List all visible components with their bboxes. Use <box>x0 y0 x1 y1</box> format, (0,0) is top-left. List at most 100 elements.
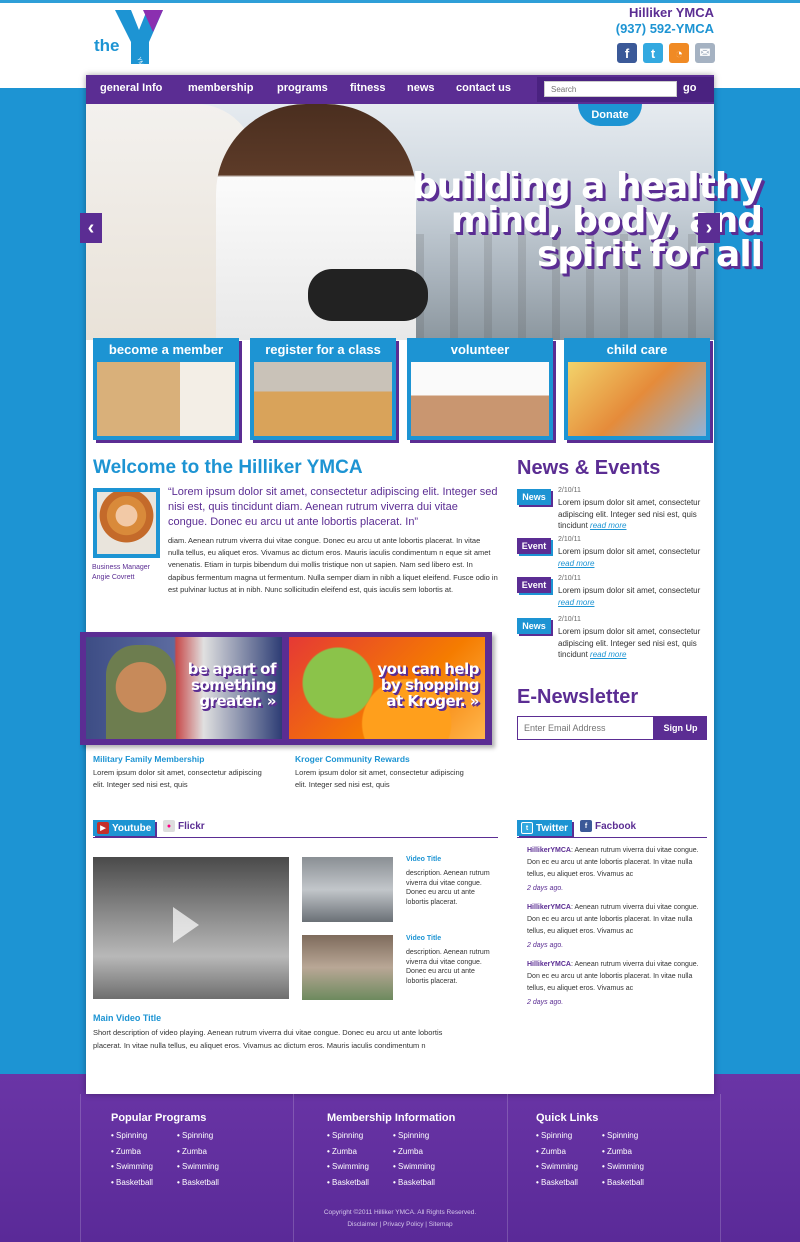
footer-link[interactable]: Basketball <box>393 1178 459 1189</box>
main-video-player[interactable] <box>93 857 289 999</box>
hero-next-arrow[interactable]: › <box>698 213 720 243</box>
twitter-icon[interactable]: t <box>643 43 663 63</box>
footer-divider <box>80 1094 81 1242</box>
youtube-icon: ▶ <box>97 822 109 834</box>
footer-column-membership-info: Membership Information Spinning Spinning… <box>327 1112 459 1188</box>
footer-link[interactable]: Swimming <box>111 1162 177 1173</box>
read-more-link[interactable]: read more <box>558 598 594 607</box>
newsletter-email-input[interactable] <box>517 716 654 740</box>
promo-title-military[interactable]: Military Family Membership <box>93 754 204 764</box>
news-text: Lorem ipsum dolor sit amet, consectetur … <box>558 586 701 607</box>
privacy-policy-link[interactable]: Privacy Policy <box>383 1221 423 1228</box>
feature-label: become a member <box>108 342 224 357</box>
tweet-user[interactable]: HillikerYMCA <box>527 847 571 854</box>
rss-icon[interactable]: ◔ <box>669 43 689 63</box>
footer-link[interactable]: Basketball <box>602 1178 668 1189</box>
tab-twitter[interactable]: t Twitter <box>517 820 573 836</box>
feature-register-class[interactable]: register for a class <box>250 338 396 440</box>
nav-programs[interactable]: programs <box>277 82 328 94</box>
hero-dumbbell <box>308 269 428 321</box>
play-icon <box>173 907 199 943</box>
news-badge: News <box>517 618 551 634</box>
footer-link[interactable]: Basketball <box>536 1178 602 1189</box>
footer-divider <box>293 1094 294 1242</box>
tweet-user[interactable]: HillikerYMCA <box>527 904 571 911</box>
feature-volunteer[interactable]: volunteer <box>407 338 553 440</box>
footer-link[interactable]: Spinning <box>177 1131 243 1142</box>
video-title[interactable]: Video Title <box>406 856 441 863</box>
flickr-icon: ● <box>163 820 175 832</box>
footer-link-list: Spinning Spinning Zumba Zumba Swimming S… <box>111 1131 243 1188</box>
promo-desc-military: Lorem ipsum dolor sit amet, consectetur … <box>93 768 262 789</box>
promo-soldier-photo <box>106 645 176 739</box>
footer-link[interactable]: Zumba <box>327 1147 393 1158</box>
footer-column-quick-links: Quick Links Spinning Spinning Zumba Zumb… <box>536 1112 668 1188</box>
nav-general-info[interactable]: general Info <box>100 82 162 94</box>
nav-news[interactable]: news <box>407 82 435 94</box>
sitemap-link[interactable]: Sitemap <box>429 1221 453 1228</box>
news-date: 2/10/11 <box>558 616 581 623</box>
footer-link[interactable]: Spinning <box>111 1131 177 1142</box>
video-thumbnail[interactable] <box>302 857 393 922</box>
hero-prev-arrow[interactable]: ‹ <box>80 213 102 243</box>
feature-label: child care <box>606 342 668 357</box>
tab-facebook[interactable]: f Facbook <box>580 820 636 832</box>
footer-link[interactable]: Basketball <box>177 1178 243 1189</box>
video-title[interactable]: Video Title <box>406 935 441 942</box>
manager-avatar <box>93 488 160 558</box>
footer-link[interactable]: Zumba <box>177 1147 243 1158</box>
feature-child-care[interactable]: child care <box>564 338 710 440</box>
footer-link-list: Spinning Spinning Zumba Zumba Swimming S… <box>536 1131 668 1188</box>
read-more-link[interactable]: read more <box>558 559 594 568</box>
email-icon[interactable]: ✉ <box>695 43 715 63</box>
manager-name: Angie Covrett <box>92 574 135 581</box>
ymca-logo[interactable]: YMCA the <box>93 8 173 75</box>
read-more-link[interactable]: read more <box>590 521 626 530</box>
facebook-icon[interactable]: f <box>617 43 637 63</box>
search-input[interactable] <box>544 81 677 97</box>
footer-link[interactable]: Spinning <box>393 1131 459 1142</box>
org-phone[interactable]: (937) 592-YMCA <box>616 21 714 36</box>
tweet-user[interactable]: HillikerYMCA <box>527 961 571 968</box>
footer-link[interactable]: Zumba <box>602 1147 668 1158</box>
social-links: f t ◔ ✉ <box>617 43 715 63</box>
footer-link[interactable]: Swimming <box>393 1162 459 1173</box>
footer-link[interactable]: Spinning <box>327 1131 393 1142</box>
tab-youtube[interactable]: ▶ Youtube <box>93 820 156 836</box>
newsletter-signup-button[interactable]: Sign Up <box>654 716 707 740</box>
news-date: 2/10/11 <box>558 536 581 543</box>
tab-flickr-label: Flickr <box>178 820 205 832</box>
hero-headline-line: building a healthy <box>412 166 763 207</box>
footer-link[interactable]: Zumba <box>111 1147 177 1158</box>
promo-banner-kroger[interactable]: you can help by shopping at Kroger. » <box>289 637 485 739</box>
nav-contact-us[interactable]: contact us <box>456 82 511 94</box>
event-badge: Event <box>517 577 551 593</box>
footer-column-title: Popular Programs <box>111 1112 207 1124</box>
video-description: description. Aenean rutrum viverra dui v… <box>406 870 490 906</box>
tab-flickr[interactable]: ● Flickr <box>163 820 205 832</box>
news-text: Lorem ipsum dolor sit amet, consectetur … <box>558 498 701 530</box>
footer-link[interactable]: Swimming <box>602 1162 668 1173</box>
video-thumbnail[interactable] <box>302 935 393 1000</box>
footer-link[interactable]: Zumba <box>536 1147 602 1158</box>
footer-link[interactable]: Swimming <box>177 1162 243 1173</box>
disclaimer-link[interactable]: Disclaimer <box>347 1221 377 1228</box>
footer-link[interactable]: Spinning <box>602 1131 668 1142</box>
tweet-time: 2 days ago. <box>527 942 564 949</box>
promo-banner-military[interactable]: be apart of something greater. » <box>86 637 282 739</box>
search-go-button[interactable]: go <box>683 82 696 94</box>
main-video-description: Short description of video playing. Aene… <box>93 1028 443 1050</box>
nav-fitness[interactable]: fitness <box>350 82 385 94</box>
footer-link[interactable]: Basketball <box>111 1178 177 1189</box>
nav-membership[interactable]: membership <box>188 82 253 94</box>
footer-link[interactable]: Swimming <box>327 1162 393 1173</box>
footer-link[interactable]: Basketball <box>327 1178 393 1189</box>
footer-link[interactable]: Spinning <box>536 1131 602 1142</box>
promo-title-kroger[interactable]: Kroger Community Rewards <box>295 754 410 764</box>
news-badge: News <box>517 489 551 505</box>
footer-link[interactable]: Zumba <box>393 1147 459 1158</box>
manager-caption: Business Manager Angie Covrett <box>92 563 150 583</box>
read-more-link[interactable]: read more <box>590 650 626 659</box>
footer-link[interactable]: Swimming <box>536 1162 602 1173</box>
feature-become-member[interactable]: become a member <box>93 338 239 440</box>
